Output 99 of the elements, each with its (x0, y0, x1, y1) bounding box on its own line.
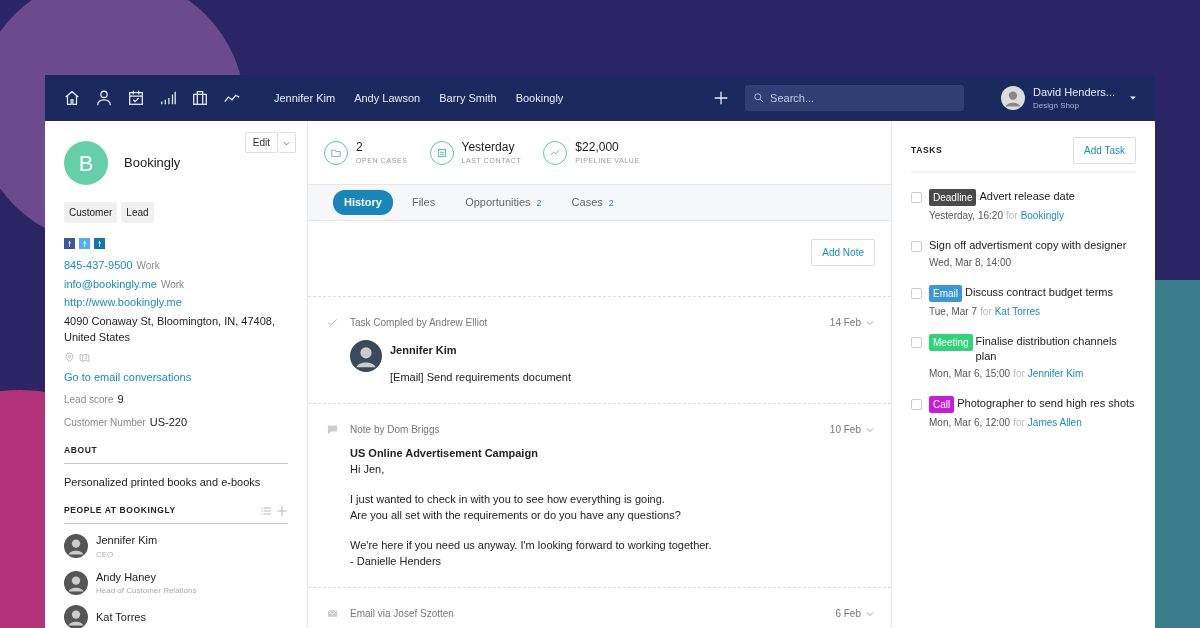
search-field[interactable]: Search... (745, 85, 965, 111)
task-contact-link[interactable]: Kat Torres (994, 306, 1041, 317)
person-role: Head of Customer Relations (96, 585, 197, 597)
task-title: Photographer to send high res shots (957, 396, 1135, 411)
calendar-icon[interactable] (127, 89, 145, 107)
task-contact-link[interactable]: James Allen (1027, 417, 1082, 428)
user-menu[interactable]: David Henders... Design Shop (1001, 83, 1137, 113)
tab[interactable]: History (333, 190, 393, 215)
contact-label: Work (136, 260, 160, 271)
tag: Lead (121, 202, 154, 223)
note-heading: US Online Advertisement Campaign (350, 446, 539, 461)
section-heading: TASKS (911, 144, 943, 157)
company-avatar: B (64, 141, 108, 185)
tag: Customer (64, 202, 118, 223)
field-value: 9 (117, 392, 124, 407)
checkbox[interactable] (911, 241, 922, 252)
task-contact-link[interactable]: Jennifer Kim (1027, 368, 1084, 379)
for-label: for (1013, 368, 1025, 379)
history-title: Email via Josef Szotten (350, 607, 455, 621)
bar-chart-icon[interactable] (159, 89, 177, 107)
dropdown-button[interactable] (278, 132, 296, 153)
task-time: Mon, Mar 6, 12:00 (929, 417, 1011, 428)
person-name[interactable]: Jennifer Kim (390, 342, 571, 359)
tab[interactable]: Files (400, 190, 447, 215)
check-icon (326, 316, 339, 329)
checkbox[interactable] (911, 399, 922, 410)
person-name[interactable]: Jennifer Kim (96, 532, 158, 549)
tab[interactable]: Opportunities 2 (454, 190, 553, 215)
nav-link[interactable]: Bookingly (515, 89, 564, 107)
map-icon (79, 351, 90, 363)
section-heading: PEOPLE AT BOOKINGLY (64, 504, 177, 517)
avatar-icon (350, 340, 382, 372)
field-label: Customer Number (64, 415, 146, 430)
nav-link[interactable]: Barry Smith (439, 89, 497, 107)
task-contact-link[interactable]: Bookingly (1020, 210, 1064, 221)
history-title: Note by Dom Briggs (350, 423, 441, 437)
task-title: Finalise distribution channels plan (975, 334, 1118, 364)
avatar-icon (64, 534, 88, 559)
note-paragraph: Hi Jen, (350, 461, 386, 477)
note-paragraph: I just wanted to check in with you to see how everything is going. Are you all set with the requirements or do you have any questions? (350, 492, 682, 523)
note-paragraph: We're here if you need us anyway. I'm looking forward to working together. - Danielle Henders (350, 538, 713, 569)
task-time: Tue, Mar 7 (929, 306, 977, 317)
task-tag: Meeting (929, 334, 973, 351)
nav-link[interactable]: Jennifer Kim (274, 89, 336, 107)
contact-label: Work (160, 278, 185, 290)
field-label: Lead score (64, 393, 114, 407)
address: 4090 Conaway St, Bloomington, IN, 47408, United States (64, 313, 276, 345)
field-value: US-220 (149, 414, 187, 430)
history-date: 14 Feb (829, 316, 861, 330)
task-tag: Email (929, 285, 962, 302)
stat-value: 2 (356, 139, 364, 157)
stat-value: $22,000 (575, 139, 620, 157)
checkbox[interactable] (911, 288, 922, 299)
checkbox[interactable] (911, 192, 922, 203)
stat-value: Yesterday (461, 139, 516, 157)
user-name: David Henders... (1033, 84, 1115, 100)
task-time: Mon, Mar 6, 15:00 (929, 368, 1011, 379)
person-role: CEO (96, 548, 115, 561)
tab[interactable]: Cases 2 (560, 190, 625, 215)
nav-link[interactable]: Andy Lawson (354, 89, 421, 107)
list-icon[interactable] (260, 504, 272, 517)
caret-icon (1129, 94, 1137, 102)
task-time: Wed, Mar 8, 14:00 (929, 257, 1012, 268)
comment-icon (326, 423, 339, 436)
task-tag: Deadline (929, 189, 977, 206)
user-company: Design Shop (1033, 100, 1080, 113)
for-label: for (1005, 210, 1018, 221)
section-heading: ABOUT (64, 444, 99, 457)
task-title: Advert release date (979, 189, 1075, 204)
avatar-icon (64, 570, 88, 595)
checkbox[interactable] (911, 337, 922, 348)
task-title: Sign off advertisment copy with designer (929, 238, 1127, 253)
for-label: for (980, 306, 992, 317)
envelope-icon (326, 607, 339, 620)
contact-link[interactable]: http://www.bookingly.me (64, 296, 182, 308)
home-icon[interactable] (63, 89, 81, 107)
task-tag: Call (929, 396, 955, 413)
contact-link[interactable]: 845-437-9500 (64, 259, 133, 271)
avatar-icon (1001, 86, 1026, 110)
task-title: Discuss contract budget terms (965, 285, 1113, 300)
briefcase-icon[interactable] (191, 89, 209, 107)
add-note-button[interactable]: Add Note (811, 239, 875, 266)
contact-link[interactable]: info@bookingly.me (64, 277, 157, 290)
email-link[interactable]: Go to email conversations (64, 368, 192, 385)
task-text: [Email] Send requirements document (390, 369, 571, 385)
for-label: for (1013, 417, 1025, 428)
person-name[interactable]: Andy Haney (96, 568, 197, 585)
location-pin-icon (64, 351, 75, 363)
history-title: Task Compled by Andrew Elliot (350, 316, 489, 330)
edit-button[interactable]: Edit (244, 132, 278, 153)
person-name[interactable]: Kat Torres (96, 608, 146, 626)
add-task-button[interactable]: Add Task (1073, 137, 1136, 164)
person-icon[interactable] (95, 89, 113, 107)
avatar-icon (64, 605, 88, 628)
task-time: Yesterday, 16:20 (929, 210, 1003, 221)
history-date: 6 Feb (835, 607, 861, 621)
history-date: 10 Feb (829, 423, 861, 437)
company-name: Bookingly (124, 154, 181, 173)
about-text: Personalized printed books and e-books (64, 474, 262, 490)
